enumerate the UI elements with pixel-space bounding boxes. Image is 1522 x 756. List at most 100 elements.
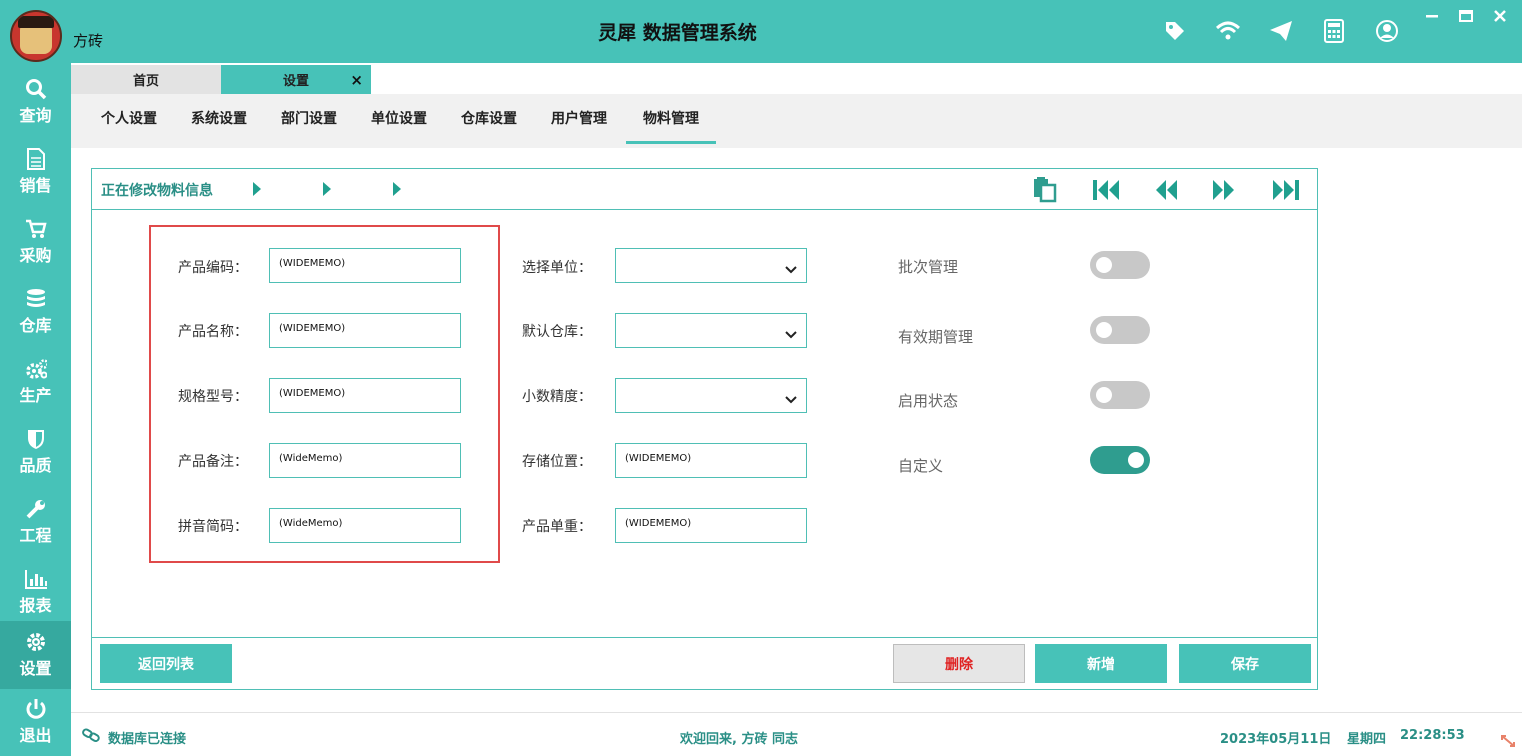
sidebar-item-reports[interactable]: 报表 xyxy=(0,558,71,626)
sidebar-item-label: 退出 xyxy=(19,726,52,745)
tab-settings[interactable]: 设置 × xyxy=(221,65,371,94)
footer-divider xyxy=(92,637,1317,638)
first-icon[interactable] xyxy=(1090,177,1122,203)
tab-home[interactable]: 首页 xyxy=(71,65,221,94)
add-button[interactable]: 新增 xyxy=(1035,644,1167,683)
unit-weight-label: 产品单重： xyxy=(522,519,592,535)
material-edit-panel: 正在修改物料信息 产品编码： (WIDEMEMO) 产品名称： (WIDEMEM… xyxy=(91,168,1318,690)
enabled-status-toggle[interactable] xyxy=(1090,381,1150,409)
spec-model-label: 规格型号： xyxy=(178,389,248,405)
subnav-materials[interactable]: 物料管理 xyxy=(626,108,716,144)
database-icon xyxy=(25,288,47,310)
sidebar-item-settings[interactable]: 设置 xyxy=(0,621,71,689)
chevron-down-icon xyxy=(785,260,797,279)
sidebar-item-engineering[interactable]: 工程 xyxy=(0,488,71,556)
sidebar-item-label: 品质 xyxy=(19,456,52,475)
calculator-icon[interactable] xyxy=(1319,17,1349,45)
chevron-down-icon xyxy=(785,325,797,344)
status-bar: 数据库已连接 欢迎回来, 方砖 同志 2023年05月11日 星期四 22:28… xyxy=(71,712,1522,756)
sidebar-item-quality[interactable]: 品质 xyxy=(0,418,71,486)
app-title: 灵犀 数据管理系统 xyxy=(598,22,757,44)
decimal-precision-select[interactable] xyxy=(615,378,807,413)
db-status: 数据库已连接 xyxy=(108,732,187,747)
subnav-department[interactable]: 部门设置 xyxy=(281,108,337,141)
expiry-management-label: 有效期管理 xyxy=(898,328,974,346)
search-icon xyxy=(25,78,47,100)
sidebar-item-warehouse[interactable]: 仓库 xyxy=(0,278,71,346)
chevron-down-icon xyxy=(785,390,797,409)
tag-icon[interactable] xyxy=(1160,17,1190,45)
subnav-users[interactable]: 用户管理 xyxy=(551,108,607,141)
resize-grip-icon[interactable] xyxy=(1500,733,1516,752)
cart-icon xyxy=(25,218,47,240)
enabled-status-label: 启用状态 xyxy=(898,392,959,410)
delete-button[interactable]: 删除 xyxy=(893,644,1025,683)
product-note-field[interactable]: (WideMemo) xyxy=(269,443,461,478)
last-icon[interactable] xyxy=(1270,177,1302,203)
sidebar-item-label: 工程 xyxy=(19,526,52,545)
sidebar-item-purchase[interactable]: 采购 xyxy=(0,208,71,276)
unit-weight-field[interactable]: (WIDEMEMO) xyxy=(615,508,807,543)
title-bar: 方砖 灵犀 数据管理系统 xyxy=(0,0,1522,63)
minimize-icon[interactable] xyxy=(1424,8,1440,24)
sidebar-item-label: 销售 xyxy=(19,176,52,195)
unit-select[interactable] xyxy=(615,248,807,283)
panel-title: 正在修改物料信息 xyxy=(101,183,213,199)
link-icon xyxy=(82,727,100,747)
user-icon[interactable] xyxy=(1372,17,1402,45)
decimal-precision-label: 小数精度： xyxy=(522,389,592,405)
storage-location-field[interactable]: (WIDEMEMO) xyxy=(615,443,807,478)
sidebar-item-query[interactable]: 查询 xyxy=(0,68,71,136)
panel-header: 正在修改物料信息 xyxy=(92,169,1317,210)
batch-management-toggle[interactable] xyxy=(1090,251,1150,279)
sidebar-item-sales[interactable]: 销售 xyxy=(0,138,71,206)
bar-chart-icon xyxy=(24,568,47,590)
product-name-label: 产品名称： xyxy=(178,324,248,340)
breadcrumb-arrow-icon xyxy=(323,182,331,196)
default-warehouse-label: 默认仓库： xyxy=(522,324,592,340)
sidebar-item-exit[interactable]: 退出 xyxy=(0,688,71,756)
expiry-management-toggle[interactable] xyxy=(1090,316,1150,344)
status-date: 2023年05月11日 xyxy=(1220,732,1332,747)
custom-label: 自定义 xyxy=(898,457,944,475)
power-icon xyxy=(25,698,47,720)
unit-select-label: 选择单位： xyxy=(522,260,592,276)
pinyin-code-label: 拼音简码： xyxy=(178,519,248,535)
prev-icon[interactable] xyxy=(1150,177,1182,203)
send-icon[interactable] xyxy=(1266,17,1296,45)
product-name-field[interactable]: (WIDEMEMO) xyxy=(269,313,461,348)
sidebar: 查询 销售 采购 仓库 生产 品质 工程 报表 设置 退出 xyxy=(0,63,71,756)
spec-model-field[interactable]: (WIDEMEMO) xyxy=(269,378,461,413)
subnav-warehouse[interactable]: 仓库设置 xyxy=(461,108,517,141)
next-icon[interactable] xyxy=(1208,177,1240,203)
close-icon[interactable] xyxy=(1492,8,1508,24)
product-note-label: 产品备注： xyxy=(178,454,248,470)
shield-icon xyxy=(25,428,47,450)
custom-toggle[interactable] xyxy=(1090,446,1150,474)
sidebar-item-label: 设置 xyxy=(19,659,52,678)
settings-subnav: 个人设置 系统设置 部门设置 单位设置 仓库设置 用户管理 物料管理 xyxy=(71,94,1522,148)
default-warehouse-select[interactable] xyxy=(615,313,807,348)
sidebar-item-production[interactable]: 生产 xyxy=(0,348,71,416)
pinyin-code-field[interactable]: (WideMemo) xyxy=(269,508,461,543)
sidebar-item-label: 采购 xyxy=(19,246,52,265)
storage-location-label: 存储位置： xyxy=(522,454,592,470)
save-button[interactable]: 保存 xyxy=(1179,644,1311,683)
wifi-icon[interactable] xyxy=(1213,17,1243,45)
subnav-system[interactable]: 系统设置 xyxy=(191,108,247,141)
batch-management-label: 批次管理 xyxy=(898,258,959,276)
tab-bar: 首页 设置 × xyxy=(71,63,1522,94)
document-icon xyxy=(25,148,47,170)
status-weekday: 星期四 xyxy=(1347,732,1387,747)
maximize-icon[interactable] xyxy=(1458,8,1474,24)
subnav-personal[interactable]: 个人设置 xyxy=(101,108,157,141)
gear-icon xyxy=(25,631,47,653)
tab-close-icon[interactable]: × xyxy=(350,71,363,89)
wrench-icon xyxy=(25,498,47,520)
sidebar-item-label: 报表 xyxy=(19,596,52,615)
back-to-list-button[interactable]: 返回列表 xyxy=(100,644,232,683)
product-code-field[interactable]: (WIDEMEMO) xyxy=(269,248,461,283)
status-time: 22:28:53 xyxy=(1400,728,1465,743)
subnav-unit[interactable]: 单位设置 xyxy=(371,108,427,141)
copy-icon[interactable] xyxy=(1029,177,1061,203)
